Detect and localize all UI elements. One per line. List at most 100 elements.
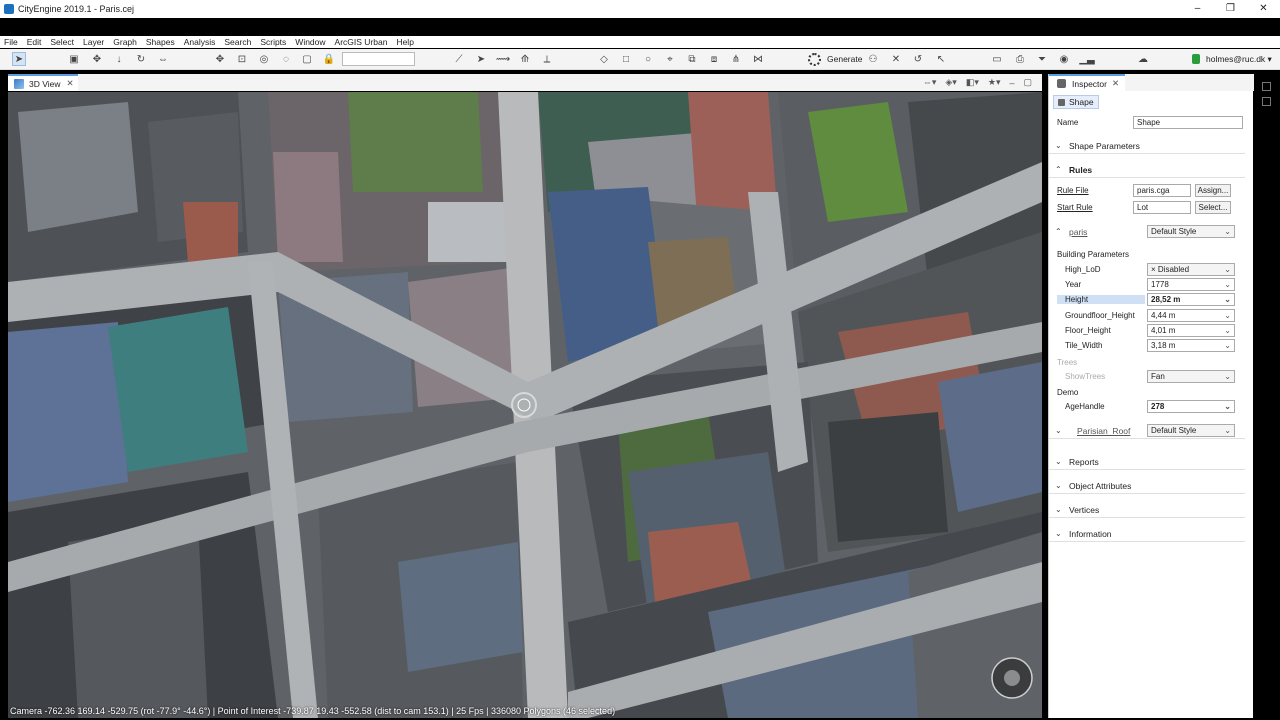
print-icon[interactable]: ⎙ [1013, 52, 1027, 66]
shape-selector-button[interactable]: Shape [1053, 95, 1099, 109]
menu-select-item[interactable]: Select [50, 37, 74, 47]
filter-icon[interactable]: ⏷ [1035, 52, 1049, 66]
combine-shapes-icon[interactable]: ⧈ [707, 52, 721, 66]
inspector-panel: Inspector ✕ Shape Name Shape ⌄ Shape Par… [1048, 74, 1254, 718]
information-section[interactable]: ⌄ Information [1049, 526, 1245, 542]
zoom-icon[interactable]: ◎ [257, 52, 271, 66]
pan-icon[interactable]: ✥ [213, 52, 227, 66]
menu-graph-item[interactable]: Graph [113, 37, 137, 47]
param-label-selected: Height [1057, 295, 1145, 304]
height-field[interactable]: 28,52 m ⌄ [1147, 293, 1235, 306]
parisian-roof-section[interactable]: ⌄ Parisian_Roof Default Style ⌄ [1049, 423, 1245, 439]
user-icon [1192, 54, 1200, 64]
rule-file-field[interactable]: paris.cga [1133, 184, 1191, 197]
paris-rule-section[interactable]: ⌃ paris Default Style ⌄ [1049, 224, 1245, 240]
panel-icon[interactable] [1262, 82, 1271, 91]
layers-icon[interactable]: ◈▾ [945, 77, 956, 88]
name-field[interactable]: Shape [1133, 116, 1243, 129]
user-account[interactable]: holmes@ruc.dk ▾ [1192, 52, 1272, 66]
tab-inspector[interactable]: Inspector ✕ [1049, 74, 1126, 91]
age-handle-field[interactable]: 278 ⌄ [1147, 400, 1235, 413]
menu-file-item[interactable]: File [4, 37, 18, 47]
render-icon[interactable]: ◧▾ [966, 77, 979, 88]
generate-button[interactable]: Generate [808, 52, 862, 66]
reports-section[interactable]: ⌄ Reports [1049, 454, 1245, 470]
cleanup-graph-icon[interactable]: ⟂ [540, 52, 554, 66]
high-lod-dropdown[interactable]: × Disabled ⌄ [1147, 263, 1235, 276]
object-attributes-section[interactable]: ⌄ Object Attributes [1049, 478, 1245, 494]
grow-streets-icon[interactable]: ⟰ [518, 52, 532, 66]
freehand-street-icon[interactable]: ⟿ [496, 52, 510, 66]
view-toolbar: ⇔▾ ◈▾ ◧▾ ★▾ – ▢ [914, 74, 1032, 91]
menu-edit-item[interactable]: Edit [27, 37, 42, 47]
vertices-section[interactable]: ⌄ Vertices [1049, 502, 1245, 518]
year-field[interactable]: 1778 ⌄ [1147, 278, 1235, 291]
camera-icon[interactable]: ⇔▾ [923, 77, 937, 88]
compass-icon[interactable]: ◉ [1057, 52, 1071, 66]
close-inspector-icon[interactable]: ✕ [1112, 78, 1119, 89]
select-rule-button[interactable]: Select... [1195, 201, 1231, 214]
move-tool-icon[interactable]: ✥ [90, 52, 104, 66]
maximize-view-icon[interactable]: ▢ [1023, 77, 1032, 88]
rule-file-label[interactable]: Rule File [1057, 186, 1089, 195]
rotate-tool-icon[interactable]: ↻ [134, 52, 148, 66]
connect-icon[interactable]: ⋔ [729, 52, 743, 66]
floor-height-field[interactable]: 4,01 m ⌄ [1147, 324, 1235, 337]
ruler-icon[interactable]: ▭ [990, 52, 1004, 66]
bookmark-icon[interactable]: ▢ [300, 52, 314, 66]
show-trees-dropdown[interactable]: Fan ⌄ [1147, 370, 1235, 383]
menu-shapes-item[interactable]: Shapes [146, 37, 175, 47]
tab-3d-view[interactable]: 3D View ✕ [8, 74, 78, 91]
parisian-roof-style-dropdown[interactable]: Default Style ⌄ [1147, 424, 1235, 437]
shape-parameters-section[interactable]: ⌄ Shape Parameters [1049, 138, 1245, 154]
delete-models-icon[interactable]: ✕ [889, 52, 903, 66]
regenerate-icon[interactable]: ⚇ [866, 52, 880, 66]
subdivide-icon[interactable]: ⧉ [685, 52, 699, 66]
menu-scripts-item[interactable]: Scripts [260, 37, 286, 47]
param-label: Floor_Height [1065, 326, 1111, 335]
zoom-frame-icon[interactable]: ⊡ [235, 52, 249, 66]
paris-rule-label[interactable]: paris [1069, 227, 1087, 237]
star-icon[interactable]: ★▾ [988, 77, 1001, 88]
close-button[interactable]: ✕ [1247, 0, 1280, 18]
street-select-icon[interactable]: ➤ [474, 52, 488, 66]
toolbar-search-input[interactable] [342, 52, 415, 66]
show-trees-label: ShowTrees [1065, 372, 1106, 381]
menu-arcgis-urban-item[interactable]: ArcGIS Urban [335, 37, 388, 47]
start-rule-field[interactable]: Lot [1133, 201, 1191, 214]
menu-search-item[interactable]: Search [224, 37, 251, 47]
menu-window-item[interactable]: Window [295, 37, 325, 47]
view-icon[interactable]: ◌ [279, 52, 293, 66]
undo-icon[interactable]: ↺ [911, 52, 925, 66]
close-tab-icon[interactable]: ✕ [67, 78, 74, 89]
minimize-view-icon[interactable]: – [1009, 78, 1014, 88]
panel-icon[interactable] [1262, 97, 1271, 106]
tile-width-field[interactable]: 3,18 m ⌄ [1147, 339, 1235, 352]
groundfloor-height-field[interactable]: 4,44 m ⌄ [1147, 309, 1235, 322]
minimize-button[interactable]: – [1181, 0, 1214, 18]
chart-icon[interactable]: ▁▃ [1079, 52, 1094, 66]
circle-shape-icon[interactable]: ○ [641, 52, 655, 66]
down-arrow-icon[interactable]: ↓ [112, 52, 126, 66]
select-tool-icon[interactable]: ➤ [12, 52, 26, 66]
rules-section[interactable]: ⌃ Rules [1049, 162, 1245, 178]
start-rule-label[interactable]: Start Rule [1057, 203, 1093, 212]
scale-tool-icon[interactable]: ⇔ [156, 52, 170, 66]
menu-analysis-item[interactable]: Analysis [184, 37, 216, 47]
menu-help-item[interactable]: Help [396, 37, 413, 47]
parisian-roof-label[interactable]: Parisian_Roof [1077, 426, 1130, 436]
polygon-shape-icon[interactable]: ◇ [597, 52, 611, 66]
cloud-icon[interactable]: ☁ [1136, 52, 1150, 66]
frame-select-icon[interactable]: ▣ [67, 52, 81, 66]
cursor-icon[interactable]: ↖ [934, 52, 948, 66]
lock-icon[interactable]: 🔒 [322, 52, 336, 66]
edit-shape-icon[interactable]: ⌖ [663, 52, 677, 66]
menu-layer-item[interactable]: Layer [83, 37, 104, 47]
paris-style-dropdown[interactable]: Default Style ⌄ [1147, 225, 1235, 238]
3d-viewport[interactable]: Camera -762.36 169.14 -529.75 (rot -77.9… [8, 92, 1042, 718]
assign-button[interactable]: Assign... [1195, 184, 1231, 197]
align-icon[interactable]: ⋈ [751, 52, 765, 66]
polygon-street-icon[interactable]: ⟋ [452, 52, 466, 66]
rectangle-shape-icon[interactable]: □ [619, 52, 633, 66]
restore-button[interactable]: ❐ [1214, 0, 1247, 18]
